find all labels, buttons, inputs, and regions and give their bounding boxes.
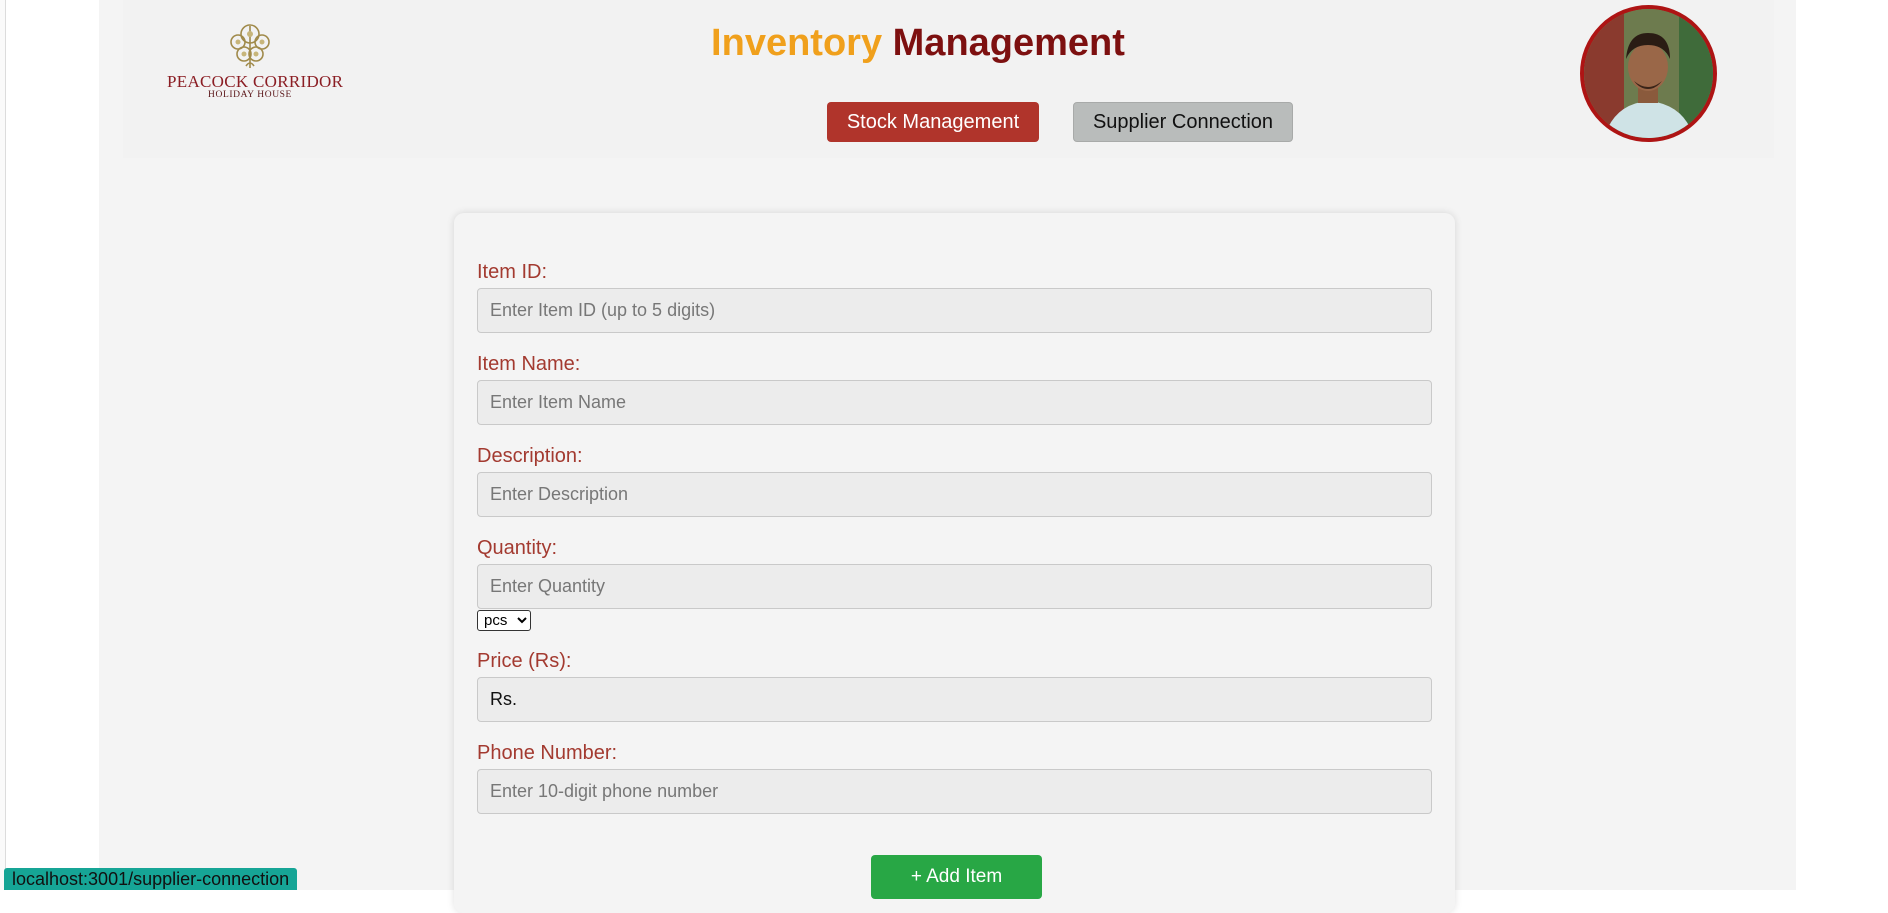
item-name-input[interactable] xyxy=(477,380,1432,425)
description-label: Description: xyxy=(477,445,583,467)
header: PEACOCK CORRIDOR HOLIDAY HOUSE Inventory… xyxy=(123,0,1774,158)
left-edge xyxy=(0,0,6,890)
phone-input[interactable] xyxy=(477,769,1432,814)
description-input[interactable] xyxy=(477,472,1432,517)
title-word-inventory: Inventory xyxy=(711,22,883,64)
add-item-form: Item ID: Item Name: Description: Quantit… xyxy=(454,213,1455,913)
item-id-input[interactable] xyxy=(477,288,1432,333)
price-label: Price (Rs): xyxy=(477,650,572,672)
page: PEACOCK CORRIDOR HOLIDAY HOUSE Inventory… xyxy=(99,0,1796,913)
price-input[interactable] xyxy=(477,677,1432,722)
tab-stock-management[interactable]: Stock Management xyxy=(827,102,1039,142)
title-word-management: Management xyxy=(892,22,1125,64)
status-bar-url: localhost:3001/supplier-connection xyxy=(4,868,298,890)
tab-supplier-connection[interactable]: Supplier Connection xyxy=(1073,102,1293,142)
phone-label: Phone Number: xyxy=(477,742,618,764)
avatar[interactable] xyxy=(1580,5,1717,142)
quantity-label: Quantity: xyxy=(477,537,558,559)
logo-name: PEACOCK CORRIDOR xyxy=(167,72,344,91)
quantity-input[interactable] xyxy=(477,564,1432,609)
add-item-button[interactable]: + Add Item xyxy=(871,855,1042,899)
page-title: Inventory Management xyxy=(123,22,1713,65)
item-name-label: Item Name: xyxy=(477,353,581,375)
quantity-unit-select[interactable]: pcs xyxy=(477,610,531,631)
item-id-label: Item ID: xyxy=(477,261,548,283)
user-photo xyxy=(1584,9,1713,138)
